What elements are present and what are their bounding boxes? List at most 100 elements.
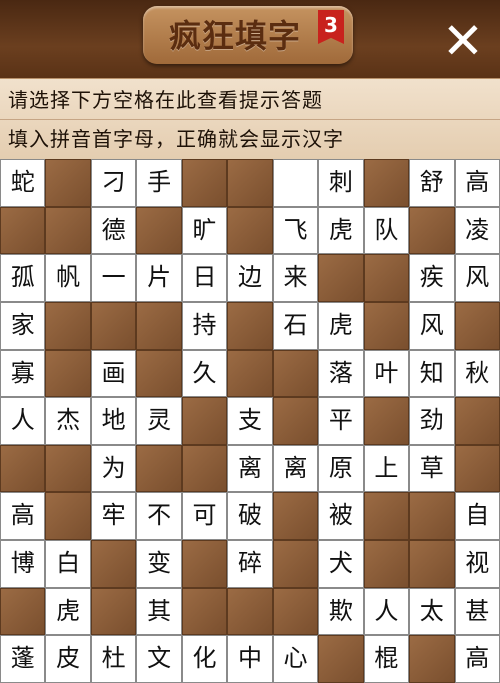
grid-cell[interactable]: 草 — [409, 444, 455, 493]
grid-cell[interactable]: 自 — [454, 492, 500, 541]
hint-text-line-2: 填入拼音首字母，正确就会显示汉字 — [8, 127, 344, 151]
grid-cell[interactable]: 舒 — [409, 159, 455, 207]
grid-cell[interactable]: 队 — [363, 206, 410, 255]
grid-cell[interactable]: 凌 — [454, 206, 500, 255]
grid-cell[interactable]: 秋 — [454, 349, 500, 398]
grid-block — [227, 301, 273, 350]
grid-cell[interactable]: 不 — [136, 492, 182, 541]
grid-cell[interactable]: 其 — [136, 587, 182, 636]
grid-cell[interactable]: 人 — [0, 397, 46, 445]
grid-block — [90, 587, 137, 636]
grid-cell[interactable]: 飞 — [272, 206, 319, 255]
grid-cell[interactable]: 高 — [454, 635, 500, 683]
grid-cell[interactable]: 寡 — [0, 349, 46, 398]
grid-block — [363, 301, 410, 350]
grid-cell[interactable]: 博 — [0, 540, 46, 588]
grid-block — [0, 444, 46, 493]
grid-block — [272, 397, 319, 445]
grid-cell[interactable]: 牢 — [90, 492, 137, 541]
grid-cell[interactable]: 家 — [0, 301, 46, 350]
close-icon[interactable]: ✕ — [438, 16, 488, 66]
grid-cell[interactable]: 被 — [318, 492, 364, 541]
grid-cell[interactable]: 虎 — [45, 587, 91, 636]
grid-cell[interactable]: 太 — [409, 587, 455, 636]
grid-cell[interactable]: 灵 — [136, 397, 182, 445]
grid-cell[interactable]: 皮 — [45, 635, 91, 683]
grid-cell[interactable]: 石 — [272, 301, 319, 350]
grid-block — [181, 159, 228, 207]
grid-cell[interactable]: 犬 — [318, 540, 364, 588]
grid-cell[interactable]: 边 — [227, 254, 273, 302]
grid-cell[interactable]: 文 — [136, 635, 182, 683]
grid-cell[interactable]: 刁 — [90, 159, 137, 207]
grid-cell[interactable]: 变 — [136, 540, 182, 588]
grid-cell[interactable]: 落 — [318, 349, 364, 398]
grid-cell[interactable]: 离 — [227, 444, 273, 493]
grid-cell[interactable]: 来 — [272, 254, 319, 302]
grid-cell[interactable]: 叶 — [363, 349, 410, 398]
grid-block — [45, 206, 91, 255]
grid-cell[interactable]: 孤 — [0, 254, 46, 302]
grid-block — [0, 206, 46, 255]
grid-block — [409, 540, 455, 588]
grid-cell[interactable]: 杜 — [90, 635, 137, 683]
grid-cell[interactable]: 虎 — [318, 301, 364, 350]
grid-cell[interactable]: 日 — [181, 254, 228, 302]
grid-cell[interactable]: 中 — [227, 635, 273, 683]
grid-cell[interactable]: 知 — [409, 349, 455, 398]
grid-cell[interactable]: 化 — [181, 635, 228, 683]
grid-cell[interactable]: 刺 — [318, 159, 364, 207]
grid-cell[interactable]: 支 — [227, 397, 273, 445]
grid-cell[interactable]: 离 — [272, 444, 319, 493]
grid-cell[interactable]: 疾 — [409, 254, 455, 302]
grid-cell[interactable]: 高 — [0, 492, 46, 541]
grid-cell[interactable]: 原 — [318, 444, 364, 493]
grid-cell[interactable]: 破 — [227, 492, 273, 541]
grid-cell[interactable]: 久 — [181, 349, 228, 398]
grid-block — [272, 492, 319, 541]
grid-cell[interactable]: 地 — [90, 397, 137, 445]
grid-block — [272, 540, 319, 588]
grid-cell[interactable]: 劲 — [409, 397, 455, 445]
grid-block — [227, 587, 273, 636]
grid-cell[interactable]: 杰 — [45, 397, 91, 445]
grid-cell[interactable]: 一 — [90, 254, 137, 302]
grid-cell[interactable]: 片 — [136, 254, 182, 302]
grid-cell[interactable]: 视 — [454, 540, 500, 588]
grid-cell[interactable]: 画 — [90, 349, 137, 398]
grid-cell[interactable]: 心 — [272, 635, 319, 683]
grid-cell[interactable]: 帆 — [45, 254, 91, 302]
grid-block — [363, 254, 410, 302]
grid-cell[interactable]: 风 — [409, 301, 455, 350]
grid-cell[interactable]: 白 — [45, 540, 91, 588]
grid-cell[interactable]: 风 — [454, 254, 500, 302]
grid-block — [136, 349, 182, 398]
grid-block — [227, 159, 273, 207]
grid-block — [363, 397, 410, 445]
grid-cell[interactable]: 碎 — [227, 540, 273, 588]
grid-block — [136, 444, 182, 493]
grid-cell[interactable]: 平 — [318, 397, 364, 445]
grid-cell[interactable]: 棍 — [363, 635, 410, 683]
grid-cell[interactable]: 蓬 — [0, 635, 46, 683]
grid-cell[interactable]: 上 — [363, 444, 410, 493]
grid-cell[interactable]: 甚 — [454, 587, 500, 636]
grid-cell[interactable]: 欺 — [318, 587, 364, 636]
grid-block — [363, 540, 410, 588]
grid-block — [363, 492, 410, 541]
grid-cell[interactable]: 可 — [181, 492, 228, 541]
grid-cell[interactable]: 蛇 — [0, 159, 46, 207]
grid-cell[interactable] — [272, 159, 319, 207]
grid-cell[interactable]: 旷 — [181, 206, 228, 255]
grid-cell[interactable]: 高 — [454, 159, 500, 207]
grid-cell[interactable]: 持 — [181, 301, 228, 350]
hint-panel[interactable]: 请选择下方空格在此查看提示答题 填入拼音首字母，正确就会显示汉字 — [0, 78, 500, 160]
header-bar: 疯狂填字 3 ✕ — [0, 0, 500, 78]
grid-block — [45, 444, 91, 493]
grid-cell[interactable]: 虎 — [318, 206, 364, 255]
grid-block — [45, 349, 91, 398]
grid-cell[interactable]: 德 — [90, 206, 137, 255]
grid-cell[interactable]: 人 — [363, 587, 410, 636]
grid-cell[interactable]: 为 — [90, 444, 137, 493]
grid-cell[interactable]: 手 — [136, 159, 182, 207]
